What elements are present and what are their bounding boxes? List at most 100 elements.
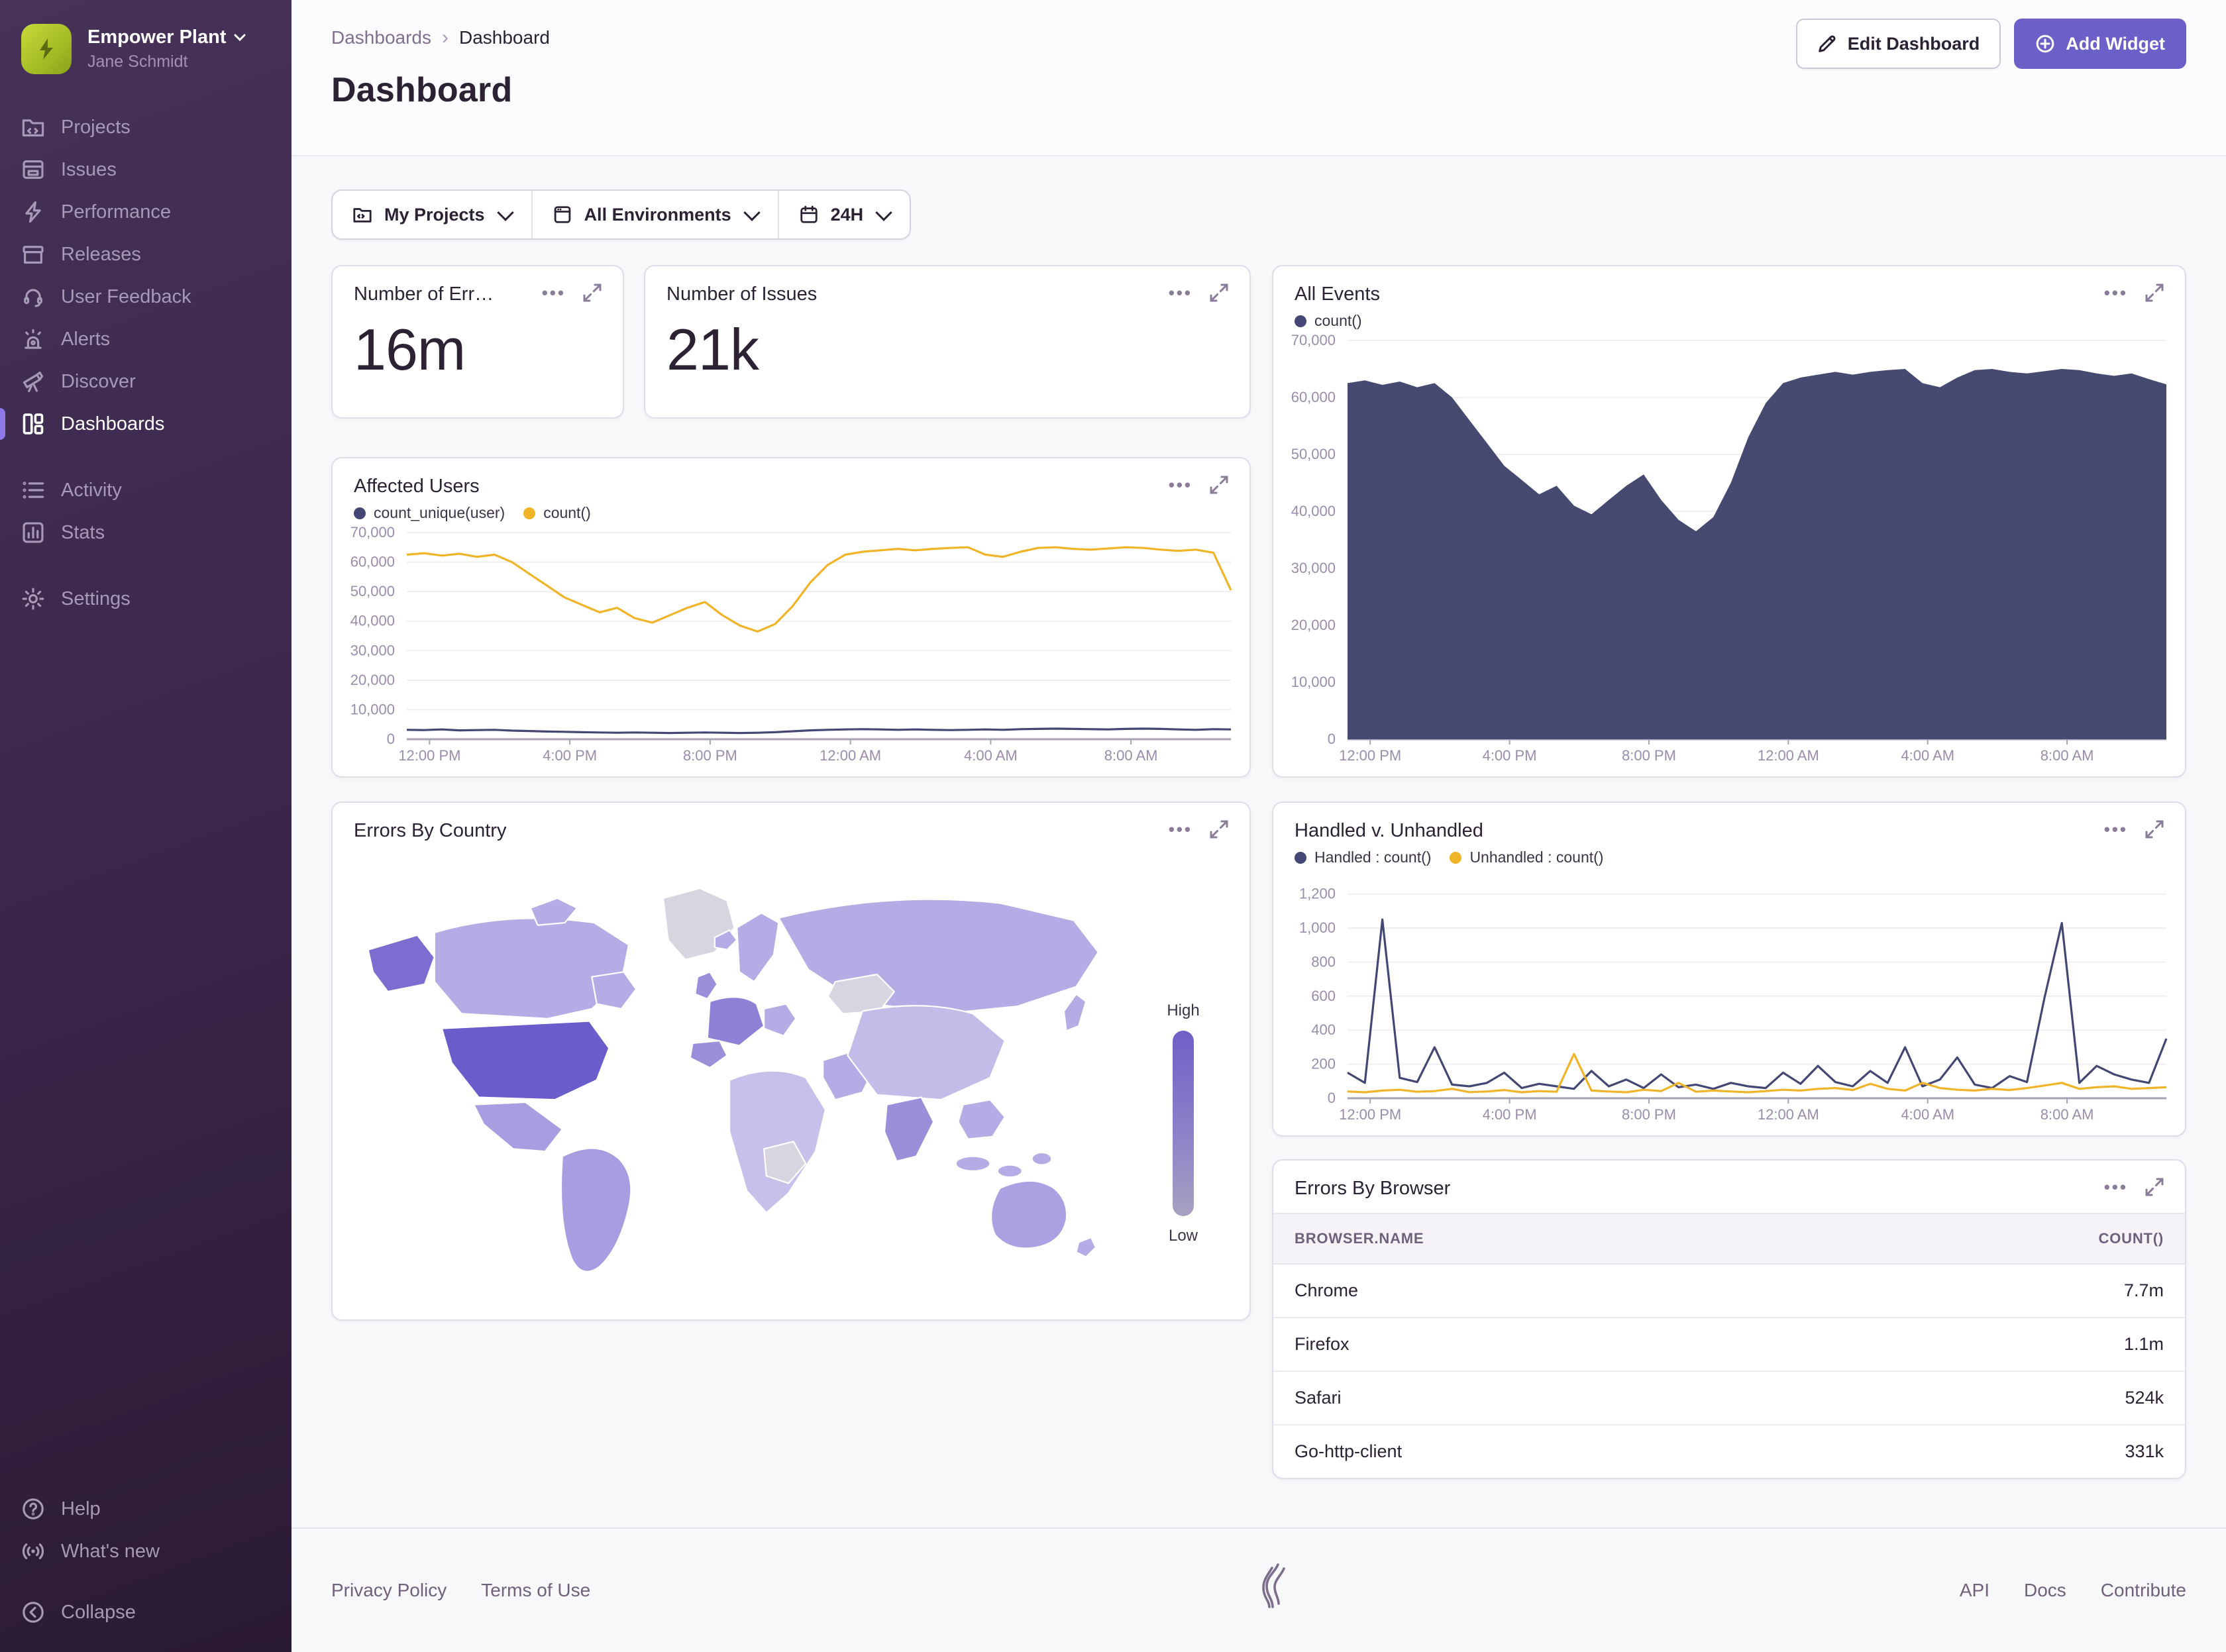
pencil-icon xyxy=(1817,34,1837,54)
legend-dot xyxy=(523,507,535,519)
environment-filter[interactable]: All Environments xyxy=(531,191,778,238)
map-intensity-legend: High Low xyxy=(1157,1002,1210,1245)
expand-icon[interactable] xyxy=(2145,1178,2164,1196)
svg-text:60,000: 60,000 xyxy=(1291,389,1336,405)
svg-text:12:00 PM: 12:00 PM xyxy=(1339,747,1401,764)
widget-title: Affected Users xyxy=(354,476,480,497)
projects-icon xyxy=(21,115,45,139)
chevron-down-icon xyxy=(233,30,246,44)
org-user: Jane Schmidt xyxy=(87,52,246,72)
sidebar-item-discover[interactable]: Discover xyxy=(0,360,292,403)
expand-icon[interactable] xyxy=(1210,476,1228,494)
widget-menu-icon[interactable]: ••• xyxy=(1169,480,1192,490)
widget-title: Handled v. Unhandled xyxy=(1295,820,1483,842)
widget-menu-icon[interactable]: ••• xyxy=(1169,824,1192,835)
sidebar-item-settings[interactable]: Settings xyxy=(0,578,292,620)
terms-of-use-link[interactable]: Terms of Use xyxy=(481,1580,590,1601)
sidebar-item-performance[interactable]: Performance xyxy=(0,191,292,233)
sidebar-item-issues[interactable]: Issues xyxy=(0,148,292,191)
svg-text:8:00 AM: 8:00 AM xyxy=(2040,1106,2094,1123)
svg-text:12:00 AM: 12:00 AM xyxy=(1758,747,1819,764)
org-switcher[interactable]: Empower Plant Jane Schmidt xyxy=(0,24,292,82)
sidebar-item-stats[interactable]: Stats xyxy=(0,511,292,554)
widget-menu-icon[interactable]: ••• xyxy=(2104,287,2128,298)
sidebar-nav-secondary: Activity Stats xyxy=(0,469,292,554)
sidebar-item-dashboards[interactable]: Dashboards xyxy=(0,403,292,445)
siren-icon xyxy=(21,327,45,351)
legend-label: count() xyxy=(1314,312,1362,330)
breadcrumb-dashboards-link[interactable]: Dashboards xyxy=(331,27,431,48)
sidebar-item-projects[interactable]: Projects xyxy=(0,106,292,148)
breadcrumb-current: Dashboard xyxy=(459,27,550,48)
table-row[interactable]: Firefox 1.1m xyxy=(1273,1317,2185,1371)
archive-icon xyxy=(21,242,45,266)
sidebar-item-label: Activity xyxy=(61,480,122,501)
sidebar-item-alerts[interactable]: Alerts xyxy=(0,318,292,360)
svg-text:20,000: 20,000 xyxy=(1291,617,1336,633)
svg-text:30,000: 30,000 xyxy=(1291,560,1336,576)
api-link[interactable]: API xyxy=(1960,1580,1989,1601)
chevron-down-icon xyxy=(875,204,892,221)
edit-dashboard-label: Edit Dashboard xyxy=(1848,34,1980,54)
org-name: Empower Plant xyxy=(87,25,227,49)
legend-label: count() xyxy=(543,504,591,522)
widget-title: All Events xyxy=(1295,284,1380,305)
chart-legend: count_unique(user) count() xyxy=(333,497,1249,522)
contribute-link[interactable]: Contribute xyxy=(2101,1580,2186,1601)
table-row[interactable]: Safari 524k xyxy=(1273,1371,2185,1425)
chart-legend: count() xyxy=(1273,305,2185,330)
widget-menu-icon[interactable]: ••• xyxy=(542,287,566,298)
bar-chart-icon xyxy=(21,521,45,544)
map-legend-low: Low xyxy=(1157,1227,1210,1245)
table-row[interactable]: Go-http-client 331k xyxy=(1273,1425,2185,1478)
sidebar-item-user-feedback[interactable]: User Feedback xyxy=(0,276,292,318)
column-count: COUNT() xyxy=(1834,1213,2185,1264)
table-row[interactable]: Chrome 7.7m xyxy=(1273,1264,2185,1317)
svg-text:800: 800 xyxy=(1311,953,1336,970)
sidebar-nav-main: Projects Issues Performance Releases Use… xyxy=(0,106,292,445)
svg-text:60,000: 60,000 xyxy=(350,554,395,570)
widget-menu-icon[interactable]: ••• xyxy=(2104,1182,2128,1192)
expand-icon[interactable] xyxy=(583,284,602,302)
sidebar-item-label: Alerts xyxy=(61,329,110,350)
widget-title: Number of Issues xyxy=(666,284,817,305)
broadcast-icon xyxy=(21,1539,45,1563)
add-widget-button[interactable]: Add Widget xyxy=(2014,19,2186,69)
time-range-filter[interactable]: 24H xyxy=(778,191,910,238)
kpi-value: 16m xyxy=(333,305,623,384)
docs-link[interactable]: Docs xyxy=(2024,1580,2066,1601)
widget-errors-by-browser: Errors By Browser ••• BROWSER.NAME COUNT… xyxy=(1272,1159,2186,1479)
widget-menu-icon[interactable]: ••• xyxy=(1169,287,1192,298)
svg-text:30,000: 30,000 xyxy=(350,642,395,658)
dashboard-icon xyxy=(21,412,45,436)
sidebar-item-activity[interactable]: Activity xyxy=(0,469,292,511)
sidebar-item-whats-new[interactable]: What's new xyxy=(0,1530,292,1573)
headset-icon xyxy=(21,285,45,309)
svg-text:8:00 PM: 8:00 PM xyxy=(1622,1106,1676,1123)
svg-text:200: 200 xyxy=(1311,1056,1336,1072)
sidebar-item-label: Settings xyxy=(61,588,131,610)
expand-icon[interactable] xyxy=(2145,284,2164,302)
legend-dot xyxy=(354,507,366,519)
expand-icon[interactable] xyxy=(1210,820,1228,839)
sidebar-item-label: Collapse xyxy=(61,1602,136,1624)
project-filter[interactable]: My Projects xyxy=(333,191,531,238)
expand-icon[interactable] xyxy=(2145,820,2164,839)
privacy-policy-link[interactable]: Privacy Policy xyxy=(331,1580,447,1601)
sidebar-item-help[interactable]: Help xyxy=(0,1488,292,1530)
svg-text:12:00 AM: 12:00 AM xyxy=(820,747,881,764)
widget-menu-icon[interactable]: ••• xyxy=(2104,824,2128,835)
svg-text:10,000: 10,000 xyxy=(350,701,395,717)
svg-text:0: 0 xyxy=(1328,731,1336,747)
chart-legend: Handled : count() Unhandled : count() xyxy=(1273,842,2185,866)
main-content: Dashboards › Dashboard Dashboard Edit Da… xyxy=(292,0,2226,1652)
environment-filter-label: All Environments xyxy=(584,205,731,225)
expand-icon[interactable] xyxy=(1210,284,1228,302)
edit-dashboard-button[interactable]: Edit Dashboard xyxy=(1796,19,2001,69)
widget-errors-by-country: Errors By Country ••• xyxy=(331,801,1251,1321)
sidebar-collapse-button[interactable]: Collapse xyxy=(0,1591,292,1633)
sidebar-item-releases[interactable]: Releases xyxy=(0,233,292,276)
browser-name: Safari xyxy=(1273,1371,1834,1425)
widget-all-events: All Events ••• count() 010,00020,00030,0… xyxy=(1272,265,2186,778)
sidebar-item-label: Discover xyxy=(61,371,136,393)
